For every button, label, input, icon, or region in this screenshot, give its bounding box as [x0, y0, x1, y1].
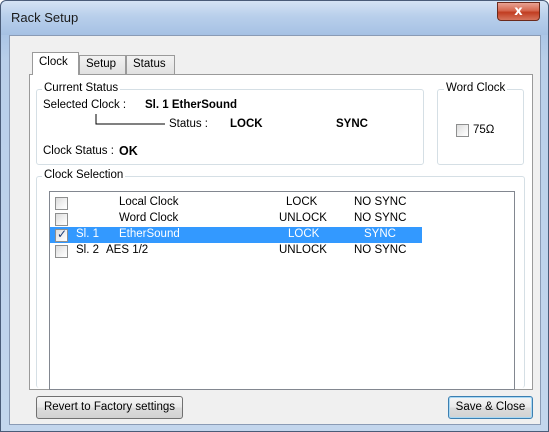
clock-status-value: OK [119, 144, 138, 158]
word-clock-group-label: Word Clock [444, 82, 508, 94]
row-clock-name: Word Clock [119, 212, 179, 224]
selected-clock-label: Selected Clock : [43, 99, 127, 111]
status-label: Status : [169, 118, 208, 130]
tab-setup[interactable]: Setup [79, 55, 126, 74]
row-clock-name: EtherSound [119, 228, 180, 240]
row-checkbox[interactable] [55, 245, 68, 258]
close-button[interactable]: x [497, 2, 540, 21]
clock-row-ethersound[interactable]: Sl. 1 EtherSound LOCK SYNC [50, 227, 422, 243]
clock-selection-label: Clock Selection [42, 169, 126, 181]
clock-selection-list[interactable]: Local Clock LOCK NO SYNC Word Clock UNLO… [49, 191, 515, 390]
lock-status-value: LOCK [230, 118, 263, 130]
tab-clock[interactable]: Clock [32, 52, 79, 75]
clock-row-word-clock[interactable]: Word Clock UNLOCK NO SYNC [50, 211, 422, 227]
row-lock-state: LOCK [286, 196, 318, 208]
row-slot: Sl. 2 [76, 244, 100, 256]
window-title: Rack Setup [11, 10, 79, 25]
clock-selection-group: Clock Selection Local Clock LOCK NO SYNC… [36, 169, 525, 390]
status-connector-line [95, 114, 165, 125]
dialog-client-area: Clock Setup Status Current Status Select… [9, 35, 541, 425]
75-ohm-checkbox[interactable] [456, 124, 469, 137]
row-clock-name: Local Clock [119, 196, 179, 208]
rack-setup-window: Rack Setup x Clock Setup Status Current … [0, 0, 549, 432]
clock-status-label: Clock Status : [43, 145, 114, 157]
row-lock-state: LOCK [288, 228, 320, 240]
row-clock-name: AES 1/2 [106, 244, 149, 256]
revert-factory-button[interactable]: Revert to Factory settings [36, 396, 183, 419]
row-lock-state: UNLOCK [279, 244, 327, 256]
row-lock-state: UNLOCK [279, 212, 327, 224]
row-sync-state: NO SYNC [354, 196, 407, 208]
row-slot: Sl. 1 [76, 228, 100, 240]
word-clock-group: Word Clock 75Ω [437, 82, 524, 165]
row-sync-state: NO SYNC [354, 244, 407, 256]
selected-clock-value: Sl. 1 EtherSound [145, 99, 238, 111]
tab-status[interactable]: Status [126, 55, 175, 74]
title-bar[interactable]: Rack Setup x [1, 1, 548, 35]
row-checkbox[interactable] [55, 227, 68, 242]
close-icon: x [514, 4, 523, 19]
75-ohm-label: 75Ω [473, 124, 495, 136]
clock-tab-page: Current Status Selected Clock : Sl. 1 Et… [29, 74, 533, 390]
row-checkbox[interactable] [55, 197, 68, 210]
save-close-button[interactable]: Save & Close [448, 396, 533, 419]
clock-row-local-clock[interactable]: Local Clock LOCK NO SYNC [50, 195, 422, 211]
clock-row-aes[interactable]: Sl. 2 AES 1/2 UNLOCK NO SYNC [50, 243, 422, 259]
current-status-label: Current Status [42, 82, 121, 94]
row-checkbox[interactable] [55, 213, 68, 226]
sync-status-value: SYNC [336, 118, 368, 130]
row-sync-state: NO SYNC [354, 212, 407, 224]
row-sync-state: SYNC [364, 228, 396, 240]
current-status-group: Current Status Selected Clock : Sl. 1 Et… [36, 82, 424, 165]
